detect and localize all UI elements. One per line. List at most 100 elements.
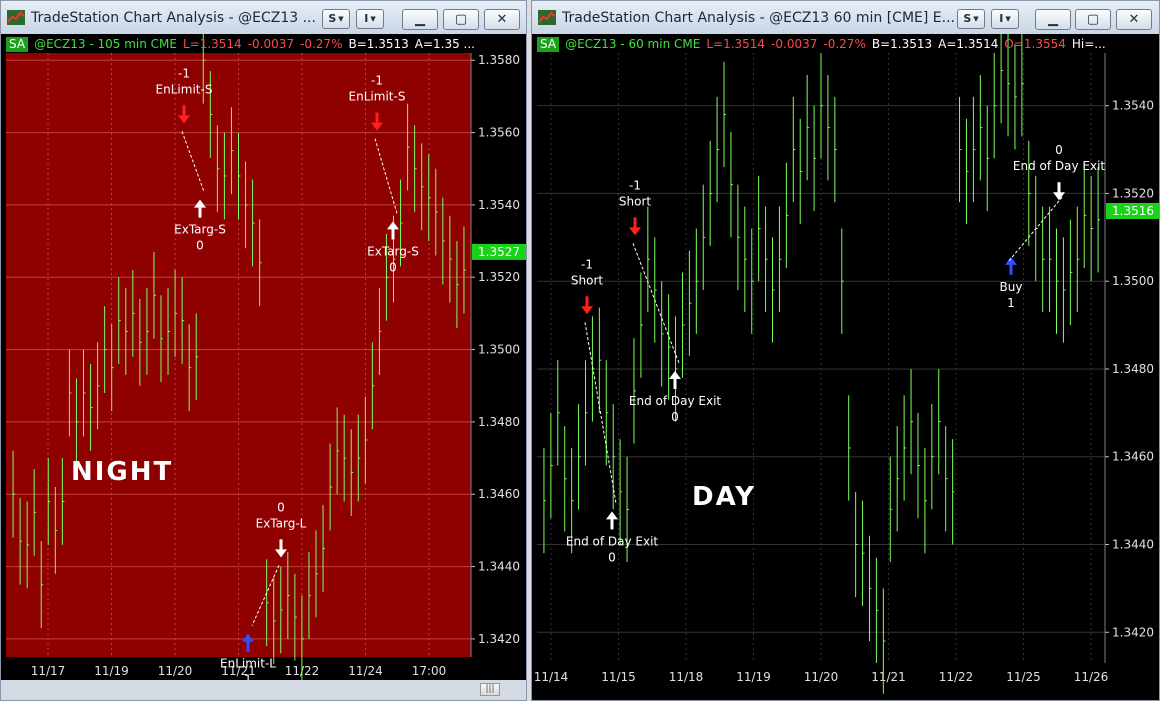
price-tick-label: 1.3480 [1112, 362, 1154, 376]
price-tick-label: 1.3520 [478, 270, 520, 284]
trade-label: 0 [196, 239, 204, 253]
trade-label: 0 [671, 410, 679, 424]
trade-label: ExTarg-S [174, 223, 226, 237]
dropdown-arrow-icon: ▼ [370, 15, 376, 23]
trade-label: 0 [608, 550, 616, 564]
net-change: -0.0037 [247, 37, 295, 51]
dropdown-arrow-icon: ▼ [338, 15, 344, 23]
close-button[interactable]: ✕ [1116, 9, 1152, 30]
chart-window-right[interactable]: TradeStation Chart Analysis - @ECZ13 60 … [531, 0, 1160, 701]
price-tick-label: 1.3540 [1112, 99, 1154, 113]
price-axis-area [1105, 53, 1159, 663]
style-dropdown-button[interactable]: S ▼ [957, 9, 985, 29]
trade-label: ExTarg-S [367, 244, 419, 258]
indicator-dropdown-button[interactable]: I ▼ [991, 9, 1019, 29]
minimize-button[interactable]: ▁ [402, 9, 438, 30]
last-price-tag-label: 1.3527 [478, 245, 520, 259]
date-tick-label: 11/22 [939, 670, 974, 684]
dropdown-arrow-icon: ▼ [973, 15, 979, 23]
date-tick-label: 11/24 [348, 664, 383, 678]
price-tick-label: 1.3440 [1112, 538, 1154, 552]
price-tick-label: 1.3500 [1112, 274, 1154, 288]
maximize-icon: ▢ [454, 12, 468, 27]
trade-label: EnLimit-S [349, 90, 406, 104]
horizontal-scrollbar[interactable]: ||| [1, 680, 526, 700]
last-price-tag-label: 1.3516 [1112, 204, 1154, 218]
price-tick-label: 1.3540 [478, 198, 520, 212]
style-dropdown-button[interactable]: S ▼ [322, 9, 350, 29]
symbol-label: @ECZ13 - 105 min CME [34, 37, 177, 51]
maximize-button[interactable]: ▢ [443, 9, 479, 30]
trade-label: ExTarg-L [256, 516, 307, 530]
trade-label: Short [571, 273, 603, 287]
date-tick-label: 11/14 [534, 670, 569, 684]
price-tick-label: 1.3440 [478, 560, 520, 574]
date-tick-label: 11/18 [669, 670, 704, 684]
trade-label: 0 [389, 260, 397, 274]
trade-label: 1 [1007, 296, 1015, 310]
high-price: Hi=... [1071, 37, 1106, 51]
status-line: SA @ECZ13 - 60 min CME L=1.3514 -0.0037 -0.2… [537, 37, 1112, 52]
date-tick-label: 11/25 [1006, 670, 1041, 684]
price-tick-label: 1.3460 [478, 487, 520, 501]
minimize-icon: ▁ [1048, 12, 1058, 27]
date-tick-label: 11/19 [94, 664, 129, 678]
bid-price: B=1.3513 [348, 37, 409, 51]
price-tick-label: 1.3580 [478, 53, 520, 67]
status-line: SA @ECZ13 - 105 min CME L=1.3514 -0.0037 -0.… [6, 37, 481, 52]
pct-change: -0.27% [300, 37, 343, 51]
trade-label: -1 [371, 74, 383, 88]
status-badge: SA [6, 37, 29, 52]
last-price: L=1.3514 [182, 37, 242, 51]
trade-label: 0 [277, 500, 285, 514]
chart-app-icon [538, 10, 556, 25]
ask-price: A=1.35 ... [414, 37, 475, 51]
price-chart-night[interactable]: 1.3420 1.3440 1.3460 1.3480 1.3500 1.3520 1.35… [1, 34, 527, 682]
last-price: L=1.3514 [706, 37, 766, 51]
trade-label: End of Day Exit [629, 394, 722, 408]
price-chart-day[interactable]: 1.3420 1.3440 1.3460 1.3480 1.3500 1.3520 1.35… [532, 34, 1160, 701]
dropdown-arrow-icon: ▼ [1005, 15, 1011, 23]
symbol-label: @ECZ13 - 60 min CME [565, 37, 701, 51]
trade-label: End of Day Exit [1013, 159, 1106, 173]
price-tick-label: 1.3420 [1112, 625, 1154, 639]
date-tick-label: 17:00 [412, 664, 447, 678]
price-tick-label: 1.3520 [1112, 186, 1154, 200]
session-overlay-label: NIGHT [71, 457, 173, 487]
maximize-icon: ▢ [1086, 12, 1100, 27]
close-icon: ✕ [1128, 12, 1140, 27]
date-tick-label: 11/15 [601, 670, 636, 684]
net-change: -0.0037 [771, 37, 818, 51]
close-button[interactable]: ✕ [484, 9, 520, 30]
trade-label: -1 [581, 257, 593, 271]
trade-label: EnLimit-L [220, 657, 276, 671]
trade-label: -1 [629, 178, 641, 192]
scroll-thumb[interactable]: ||| [480, 683, 500, 696]
maximize-button[interactable]: ▢ [1075, 9, 1111, 30]
indicator-dropdown-button[interactable]: I ▼ [356, 9, 384, 29]
trade-label: Short [619, 194, 651, 208]
date-tick-label: 11/17 [31, 664, 66, 678]
minimize-button[interactable]: ▁ [1035, 9, 1071, 30]
minimize-icon: ▁ [415, 12, 425, 27]
chart-window-left[interactable]: TradeStation Chart Analysis - @ECZ13 ...… [0, 0, 527, 701]
date-tick-label: 11/20 [158, 664, 193, 678]
price-tick-label: 1.3560 [478, 126, 520, 140]
status-badge: SA [537, 37, 560, 52]
date-tick-label: 11/20 [804, 670, 839, 684]
window-title: TradeStation Chart Analysis - @ECZ13 ... [31, 10, 316, 26]
session-overlay-label: DAY [692, 482, 756, 512]
date-tick-label: 11/21 [871, 670, 906, 684]
bid-price: B=1.3513 [871, 37, 933, 51]
trade-label: 0 [1055, 143, 1063, 157]
title-bar[interactable]: TradeStation Chart Analysis - @ECZ13 60 … [532, 1, 1159, 34]
date-tick-label: 11/19 [736, 670, 771, 684]
ask-price: A=1.3514 [938, 37, 999, 51]
trade-label: -1 [178, 66, 190, 80]
title-bar[interactable]: TradeStation Chart Analysis - @ECZ13 ...… [1, 1, 526, 34]
trade-label: Buy [1000, 280, 1023, 294]
trade-label: EnLimit-S [156, 82, 213, 96]
trade-label: End of Day Exit [566, 534, 659, 548]
price-tick-label: 1.3500 [478, 343, 520, 357]
price-tick-label: 1.3420 [478, 632, 520, 646]
